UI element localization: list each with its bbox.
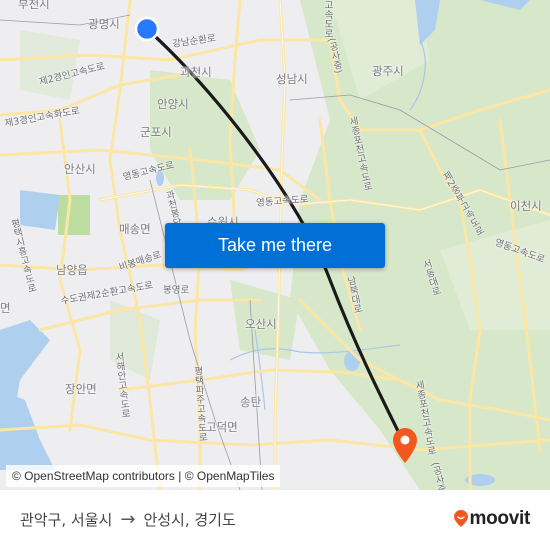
destination-marker[interactable]: [390, 425, 420, 465]
place-label: 군포시: [140, 125, 172, 139]
arrow-right-icon: →: [120, 509, 136, 530]
origin-name: 관악구, 서울시: [20, 511, 113, 529]
map-attribution[interactable]: © OpenStreetMap contributors | © OpenMap…: [6, 465, 281, 487]
place-label: 안양시: [157, 97, 189, 111]
road-label: 고속도로: [322, 0, 333, 38]
place-label: 부천시: [18, 0, 50, 11]
place-label: 과천시: [180, 65, 212, 79]
place-label: 장안면: [65, 382, 97, 396]
place-label: 고덕면: [206, 420, 238, 434]
park-area: [58, 195, 90, 235]
moovit-logo[interactable]: moovit: [453, 508, 530, 530]
destination-name: 안성시, 경기도: [143, 511, 236, 529]
take-me-there-button[interactable]: Take me there: [165, 223, 385, 268]
footer-bar: 관악구, 서울시 → 안성시, 경기도 moovit: [0, 490, 550, 550]
place-label: 성남시: [276, 72, 308, 86]
place-label: 이천시: [510, 199, 542, 213]
map-pin-icon: [393, 428, 417, 463]
place-label: 오산시: [245, 317, 277, 331]
place-label: 매송면: [119, 222, 151, 236]
place-label: 남양읍: [56, 263, 88, 277]
map-view[interactable]: 부천시 광명시 과천시 안양시 군포시 성남시 광주시 안산시 매송면 수원시 …: [0, 0, 550, 490]
road-label: 봉영로: [163, 285, 190, 296]
place-label: 면: [0, 301, 11, 315]
origin-marker[interactable]: [134, 16, 160, 42]
place-label: 광명시: [88, 17, 120, 31]
place-label: 송탄: [240, 395, 262, 409]
moovit-pin-icon: [453, 510, 468, 527]
brand-name: moovit: [469, 508, 531, 529]
route-summary: 관악구, 서울시 → 안성시, 경기도: [20, 509, 236, 530]
place-label: 안산시: [64, 162, 96, 176]
place-label: 광주시: [372, 64, 404, 78]
